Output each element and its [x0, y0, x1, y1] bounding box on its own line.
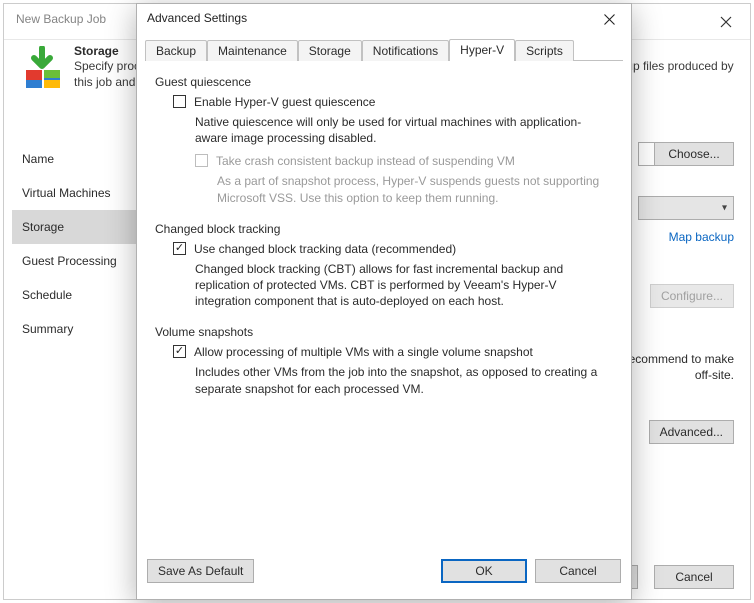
- choose-button[interactable]: Choose...: [654, 142, 734, 166]
- crash-consistent-label: Take crash consistent backup instead of …: [216, 154, 515, 169]
- chevron-down-icon: ▾: [722, 203, 727, 214]
- save-as-default-button[interactable]: Save As Default: [147, 559, 254, 583]
- enable-quiescence-desc: Native quiescence will only be used for …: [195, 114, 613, 146]
- cbt-group: Changed block tracking Use changed block…: [155, 222, 613, 310]
- multi-vm-snapshot-label: Allow processing of multiple VMs with a …: [194, 345, 533, 360]
- crash-consistent-checkbox: [195, 154, 208, 167]
- wizard-cancel-button[interactable]: Cancel: [654, 565, 734, 589]
- wizard-nav-item[interactable]: Summary: [12, 312, 152, 346]
- enable-quiescence-label: Enable Hyper-V guest quiescence: [194, 95, 375, 110]
- close-icon: [720, 16, 732, 28]
- cbt-checkbox[interactable]: [173, 242, 186, 255]
- crash-consistent-desc: As a part of snapshot process, Hyper-V s…: [217, 173, 613, 205]
- dialog-title: Advanced Settings: [147, 11, 247, 25]
- cbt-label: Use changed block tracking data (recomme…: [194, 242, 456, 257]
- dialog-titlebar: Advanced Settings: [137, 4, 631, 36]
- tab-storage[interactable]: Storage: [298, 40, 362, 61]
- wizard-close-button[interactable]: [708, 8, 744, 36]
- guest-quiescence-group: Guest quiescence Enable Hyper-V guest qu…: [155, 75, 613, 206]
- cbt-title: Changed block tracking: [155, 222, 613, 236]
- cbt-desc: Changed block tracking (CBT) allows for …: [195, 261, 613, 310]
- guest-quiescence-title: Guest quiescence: [155, 75, 613, 89]
- wizard-nav-item[interactable]: Guest Processing: [12, 244, 152, 278]
- wizard-nav: NameVirtual MachinesStorageGuest Process…: [12, 142, 152, 346]
- dialog-tabstrip: BackupMaintenanceStorageNotificationsHyp…: [145, 36, 623, 60]
- wizard-nav-item[interactable]: Storage: [12, 210, 152, 244]
- advanced-button[interactable]: Advanced...: [649, 420, 734, 444]
- gfs-hint-2: off-site.: [695, 368, 734, 382]
- ok-button[interactable]: OK: [441, 559, 527, 583]
- multi-vm-snapshot-checkbox[interactable]: [173, 345, 186, 358]
- tab-notifications[interactable]: Notifications: [362, 40, 449, 61]
- enable-quiescence-checkbox[interactable]: [173, 95, 186, 108]
- wizard-nav-item[interactable]: Virtual Machines: [12, 176, 152, 210]
- wizard-nav-item[interactable]: Name: [12, 142, 152, 176]
- tab-hyper-v[interactable]: Hyper-V: [449, 39, 515, 61]
- volume-snapshots-group: Volume snapshots Allow processing of mul…: [155, 325, 613, 396]
- tab-backup[interactable]: Backup: [145, 40, 207, 61]
- configure-button: Configure...: [650, 284, 734, 308]
- advanced-settings-dialog: Advanced Settings BackupMaintenanceStora…: [136, 3, 632, 600]
- close-icon: [604, 14, 615, 25]
- tab-maintenance[interactable]: Maintenance: [207, 40, 298, 61]
- wizard-title: New Backup Job: [16, 12, 106, 26]
- dialog-close-button[interactable]: [591, 6, 627, 32]
- tab-scripts[interactable]: Scripts: [515, 40, 574, 61]
- repository-dropdown[interactable]: ▾: [638, 196, 734, 220]
- multi-vm-snapshot-desc: Includes other VMs from the job into the…: [195, 364, 613, 396]
- hyperv-tab-pane: Guest quiescence Enable Hyper-V guest qu…: [137, 61, 631, 421]
- wizard-nav-item[interactable]: Schedule: [12, 278, 152, 312]
- volume-snapshots-title: Volume snapshots: [155, 325, 613, 339]
- storage-header-icon: [20, 46, 64, 90]
- dialog-cancel-button[interactable]: Cancel: [535, 559, 621, 583]
- map-backup-link[interactable]: Map backup: [669, 230, 734, 244]
